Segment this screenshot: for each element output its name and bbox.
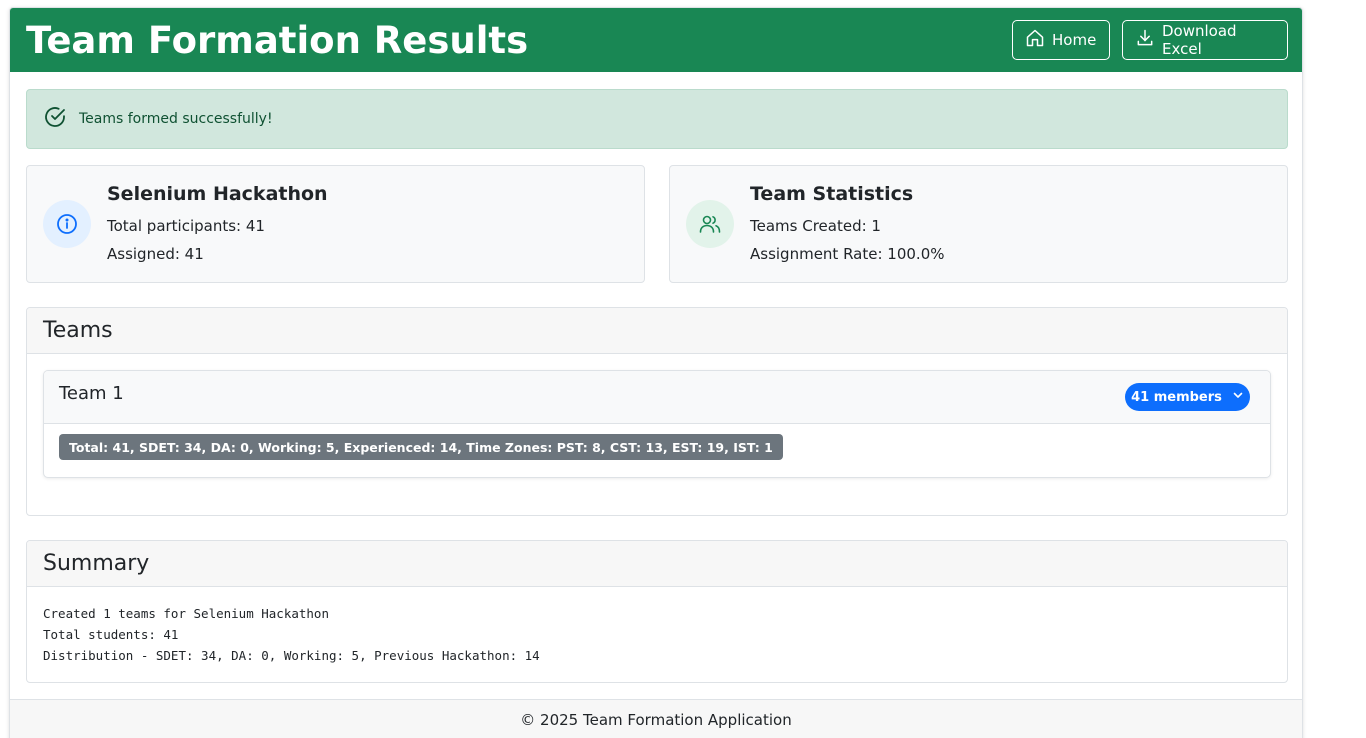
team-stats-badge: Total: 41, SDET: 34, DA: 0, Working: 5, … <box>59 434 783 460</box>
summary-line: Created 1 teams for Selenium Hackathon <box>43 606 329 621</box>
summary-section: Summary Created 1 teams for Selenium Hac… <box>26 540 1288 683</box>
team-name: Team 1 <box>59 383 124 404</box>
assignment-rate: Assignment Rate: 100.0% <box>750 245 945 263</box>
success-alert: Teams formed successfully! <box>26 89 1288 149</box>
app-container: Team Formation Results Home Download Exc… <box>9 7 1303 738</box>
info-icon <box>43 200 91 248</box>
users-icon <box>686 200 734 248</box>
download-button-label: Download Excel <box>1162 22 1237 58</box>
team-card: Team 1 41 members Total: 41, SDET: 34, D… <box>43 370 1271 478</box>
home-button-label: Home <box>1052 31 1097 49</box>
page-title: Team Formation Results <box>26 19 529 62</box>
page-header: Team Formation Results Home Download Exc… <box>10 8 1302 72</box>
hackathon-title: Selenium Hackathon <box>107 183 328 205</box>
hackathon-info-card: Selenium Hackathon Total participants: 4… <box>26 165 645 283</box>
assigned-count: Assigned: 41 <box>107 245 204 263</box>
members-toggle-button[interactable]: 41 members <box>1125 383 1250 411</box>
summary-text: Created 1 teams for Selenium Hackathon T… <box>27 587 1287 666</box>
teams-created: Teams Created: 1 <box>750 217 881 235</box>
download-icon <box>1135 28 1155 52</box>
footer-text: © 2025 Team Formation Application <box>520 711 792 729</box>
summary-line: Total students: 41 <box>43 627 179 642</box>
teams-heading: Teams <box>27 308 1287 354</box>
total-participants: Total participants: 41 <box>107 217 265 235</box>
members-count: 41 members <box>1131 389 1222 405</box>
check-circle-icon <box>43 105 67 133</box>
statistics-title: Team Statistics <box>750 183 914 205</box>
team-card-header: Team 1 41 members <box>44 371 1270 424</box>
alert-message: Teams formed successfully! <box>79 111 273 127</box>
home-icon <box>1025 28 1045 52</box>
teams-section: Teams Team 1 41 members Total: 41, SDET:… <box>26 307 1288 516</box>
home-button[interactable]: Home <box>1012 20 1110 60</box>
summary-line: Distribution - SDET: 34, DA: 0, Working:… <box>43 648 540 663</box>
team-statistics-card: Team Statistics Teams Created: 1 Assignm… <box>669 165 1288 283</box>
summary-heading: Summary <box>27 541 1287 587</box>
page-footer: © 2025 Team Formation Application <box>10 699 1302 738</box>
chevron-down-icon <box>1232 389 1244 405</box>
download-excel-button[interactable]: Download Excel <box>1122 20 1288 60</box>
